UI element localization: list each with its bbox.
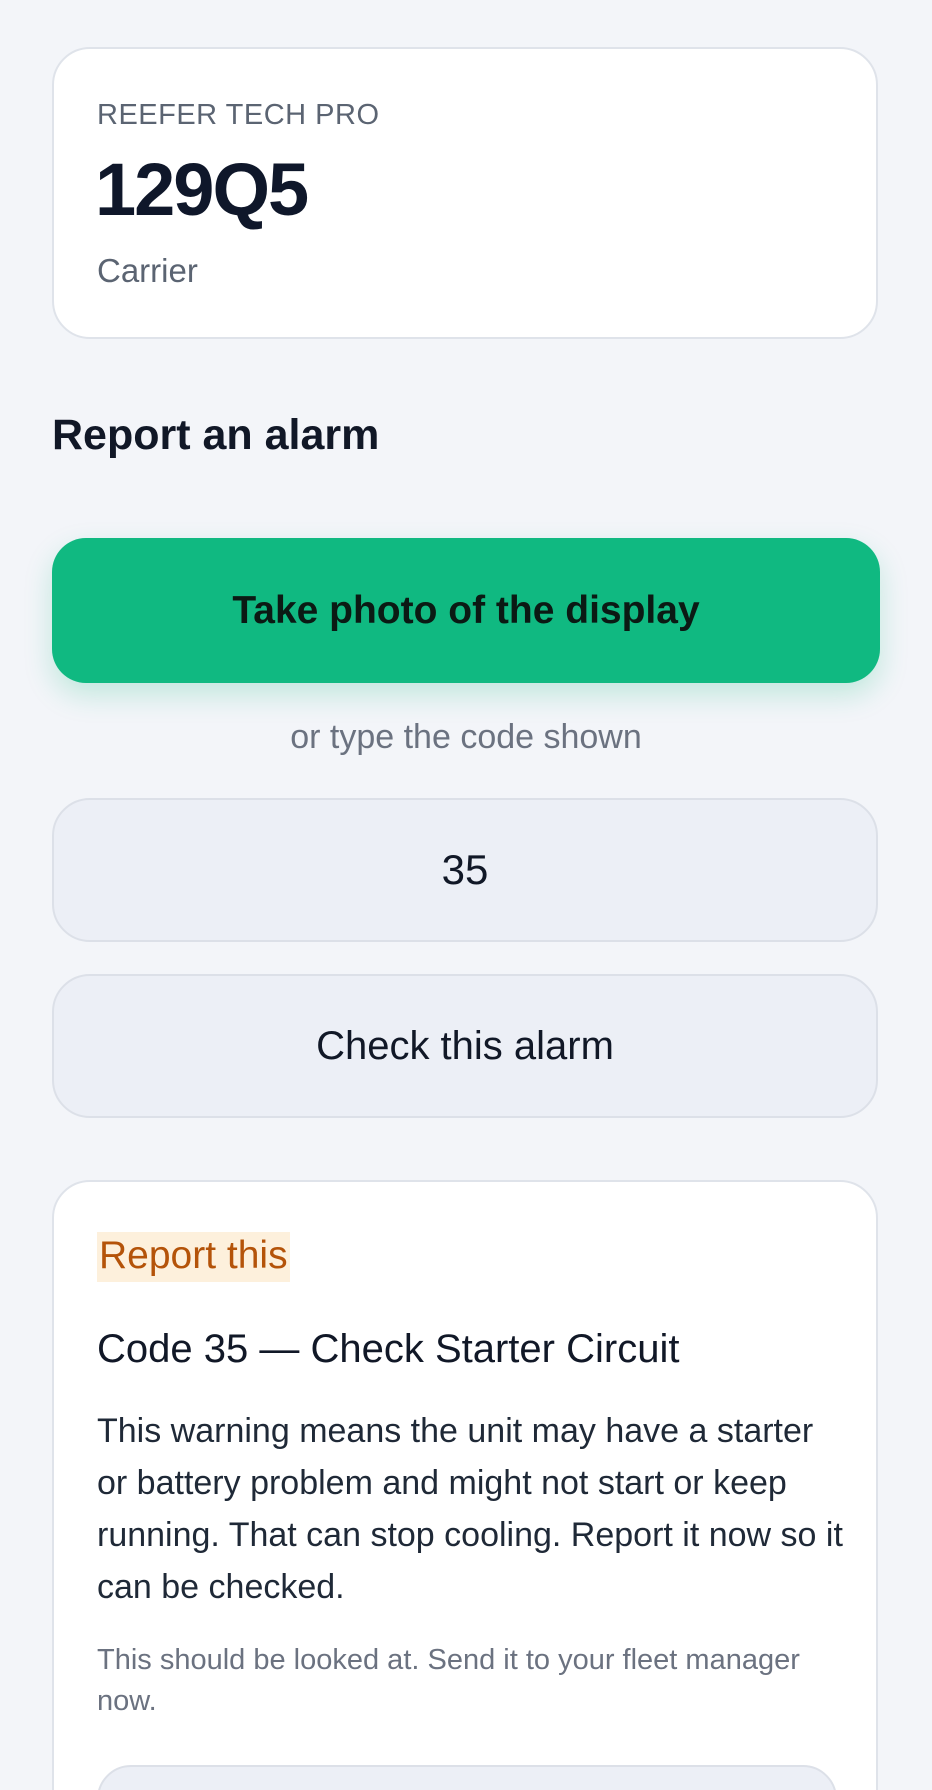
page: REEFER TECH PRO 129Q5 Carrier Report an …: [0, 0, 932, 1790]
take-photo-button[interactable]: Take photo of the display: [52, 538, 880, 683]
or-type-code-text: or type the code shown: [290, 718, 642, 756]
send-to-manager-button[interactable]: [97, 1765, 837, 1790]
alarm-description: This warning means the unit may have a s…: [97, 1412, 843, 1606]
unit-model: 129Q5: [95, 148, 309, 231]
alarm-code-input[interactable]: [52, 798, 878, 942]
check-alarm-button[interactable]: Check this alarm: [52, 974, 878, 1118]
report-this-badge: Report this: [97, 1232, 290, 1282]
alarm-title: Code 35 — Check Starter Circuit: [97, 1327, 680, 1371]
alarm-advice: This should be looked at. Send it to you…: [97, 1644, 800, 1717]
section-title: Report an alarm: [52, 411, 380, 459]
unit-card: REEFER TECH PRO 129Q5 Carrier: [52, 47, 878, 339]
alarm-result-card: Report this Code 35 — Check Starter Circ…: [52, 1180, 878, 1790]
unit-brand: REEFER TECH PRO: [97, 99, 380, 131]
unit-manufacturer: Carrier: [97, 252, 198, 289]
